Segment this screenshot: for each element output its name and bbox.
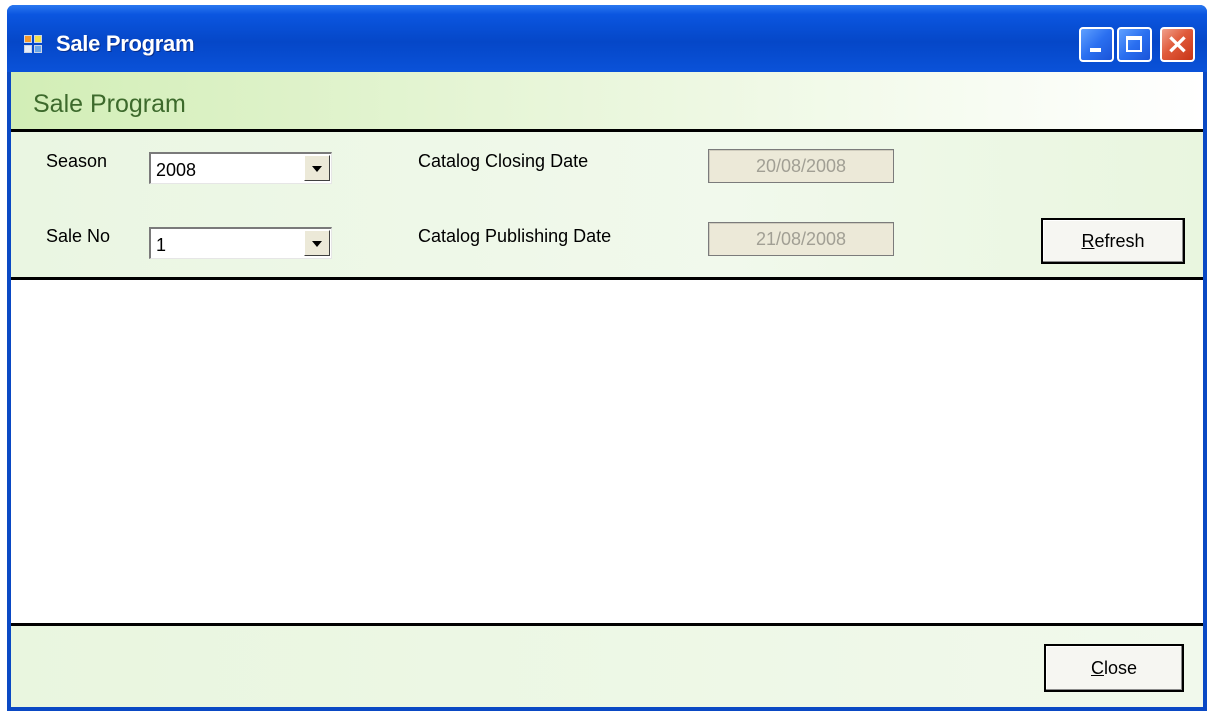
close-button[interactable]: Close bbox=[1044, 644, 1184, 692]
catalog-publishing-date-field: 21/08/2008 bbox=[708, 222, 894, 256]
filter-panel: Season 2008 Sale No 1 Catalog Closing Da… bbox=[11, 132, 1203, 280]
results-area[interactable] bbox=[11, 280, 1203, 626]
season-value: 2008 bbox=[156, 160, 197, 180]
maximize-icon bbox=[1126, 36, 1142, 52]
chevron-down-icon bbox=[312, 241, 322, 247]
season-dropdown-arrow[interactable] bbox=[304, 155, 330, 181]
refresh-button[interactable]: Refresh bbox=[1041, 218, 1185, 264]
season-label: Season bbox=[46, 151, 108, 171]
minimize-button[interactable] bbox=[1079, 27, 1114, 62]
close-label: lose bbox=[1103, 658, 1138, 678]
catalog-closing-date-label: Catalog Closing Date bbox=[418, 151, 589, 171]
chevron-down-icon bbox=[312, 166, 322, 172]
catalog-closing-date-field: 20/08/2008 bbox=[708, 149, 894, 183]
refresh-mnemonic: R bbox=[1081, 231, 1095, 251]
sale-no-dropdown[interactable]: 1 bbox=[149, 227, 332, 259]
page-title: Sale Program bbox=[33, 90, 186, 118]
app-icon[interactable] bbox=[23, 34, 45, 54]
header-band: Sale Program bbox=[11, 72, 1203, 132]
footer-panel: Close bbox=[11, 626, 1203, 707]
client-area: Sale Program Season 2008 Sale No 1 Catal… bbox=[11, 72, 1203, 707]
season-dropdown[interactable]: 2008 bbox=[149, 152, 332, 184]
maximize-button[interactable] bbox=[1117, 27, 1152, 62]
sale-no-dropdown-arrow[interactable] bbox=[304, 230, 330, 256]
sale-no-label: Sale No bbox=[46, 226, 111, 246]
app-window: Sale Program × Sale Program Season 2008 … bbox=[7, 5, 1207, 711]
refresh-label: efresh bbox=[1094, 231, 1145, 251]
close-window-button[interactable]: × bbox=[1160, 27, 1195, 62]
minimize-icon bbox=[1090, 48, 1101, 52]
sale-no-value: 1 bbox=[156, 235, 167, 255]
catalog-publishing-date-label: Catalog Publishing Date bbox=[418, 226, 612, 246]
title-bar[interactable]: Sale Program × bbox=[7, 5, 1207, 72]
close-icon: × bbox=[1165, 27, 1190, 60]
close-mnemonic: C bbox=[1090, 658, 1104, 678]
window-title: Sale Program bbox=[56, 31, 195, 56]
